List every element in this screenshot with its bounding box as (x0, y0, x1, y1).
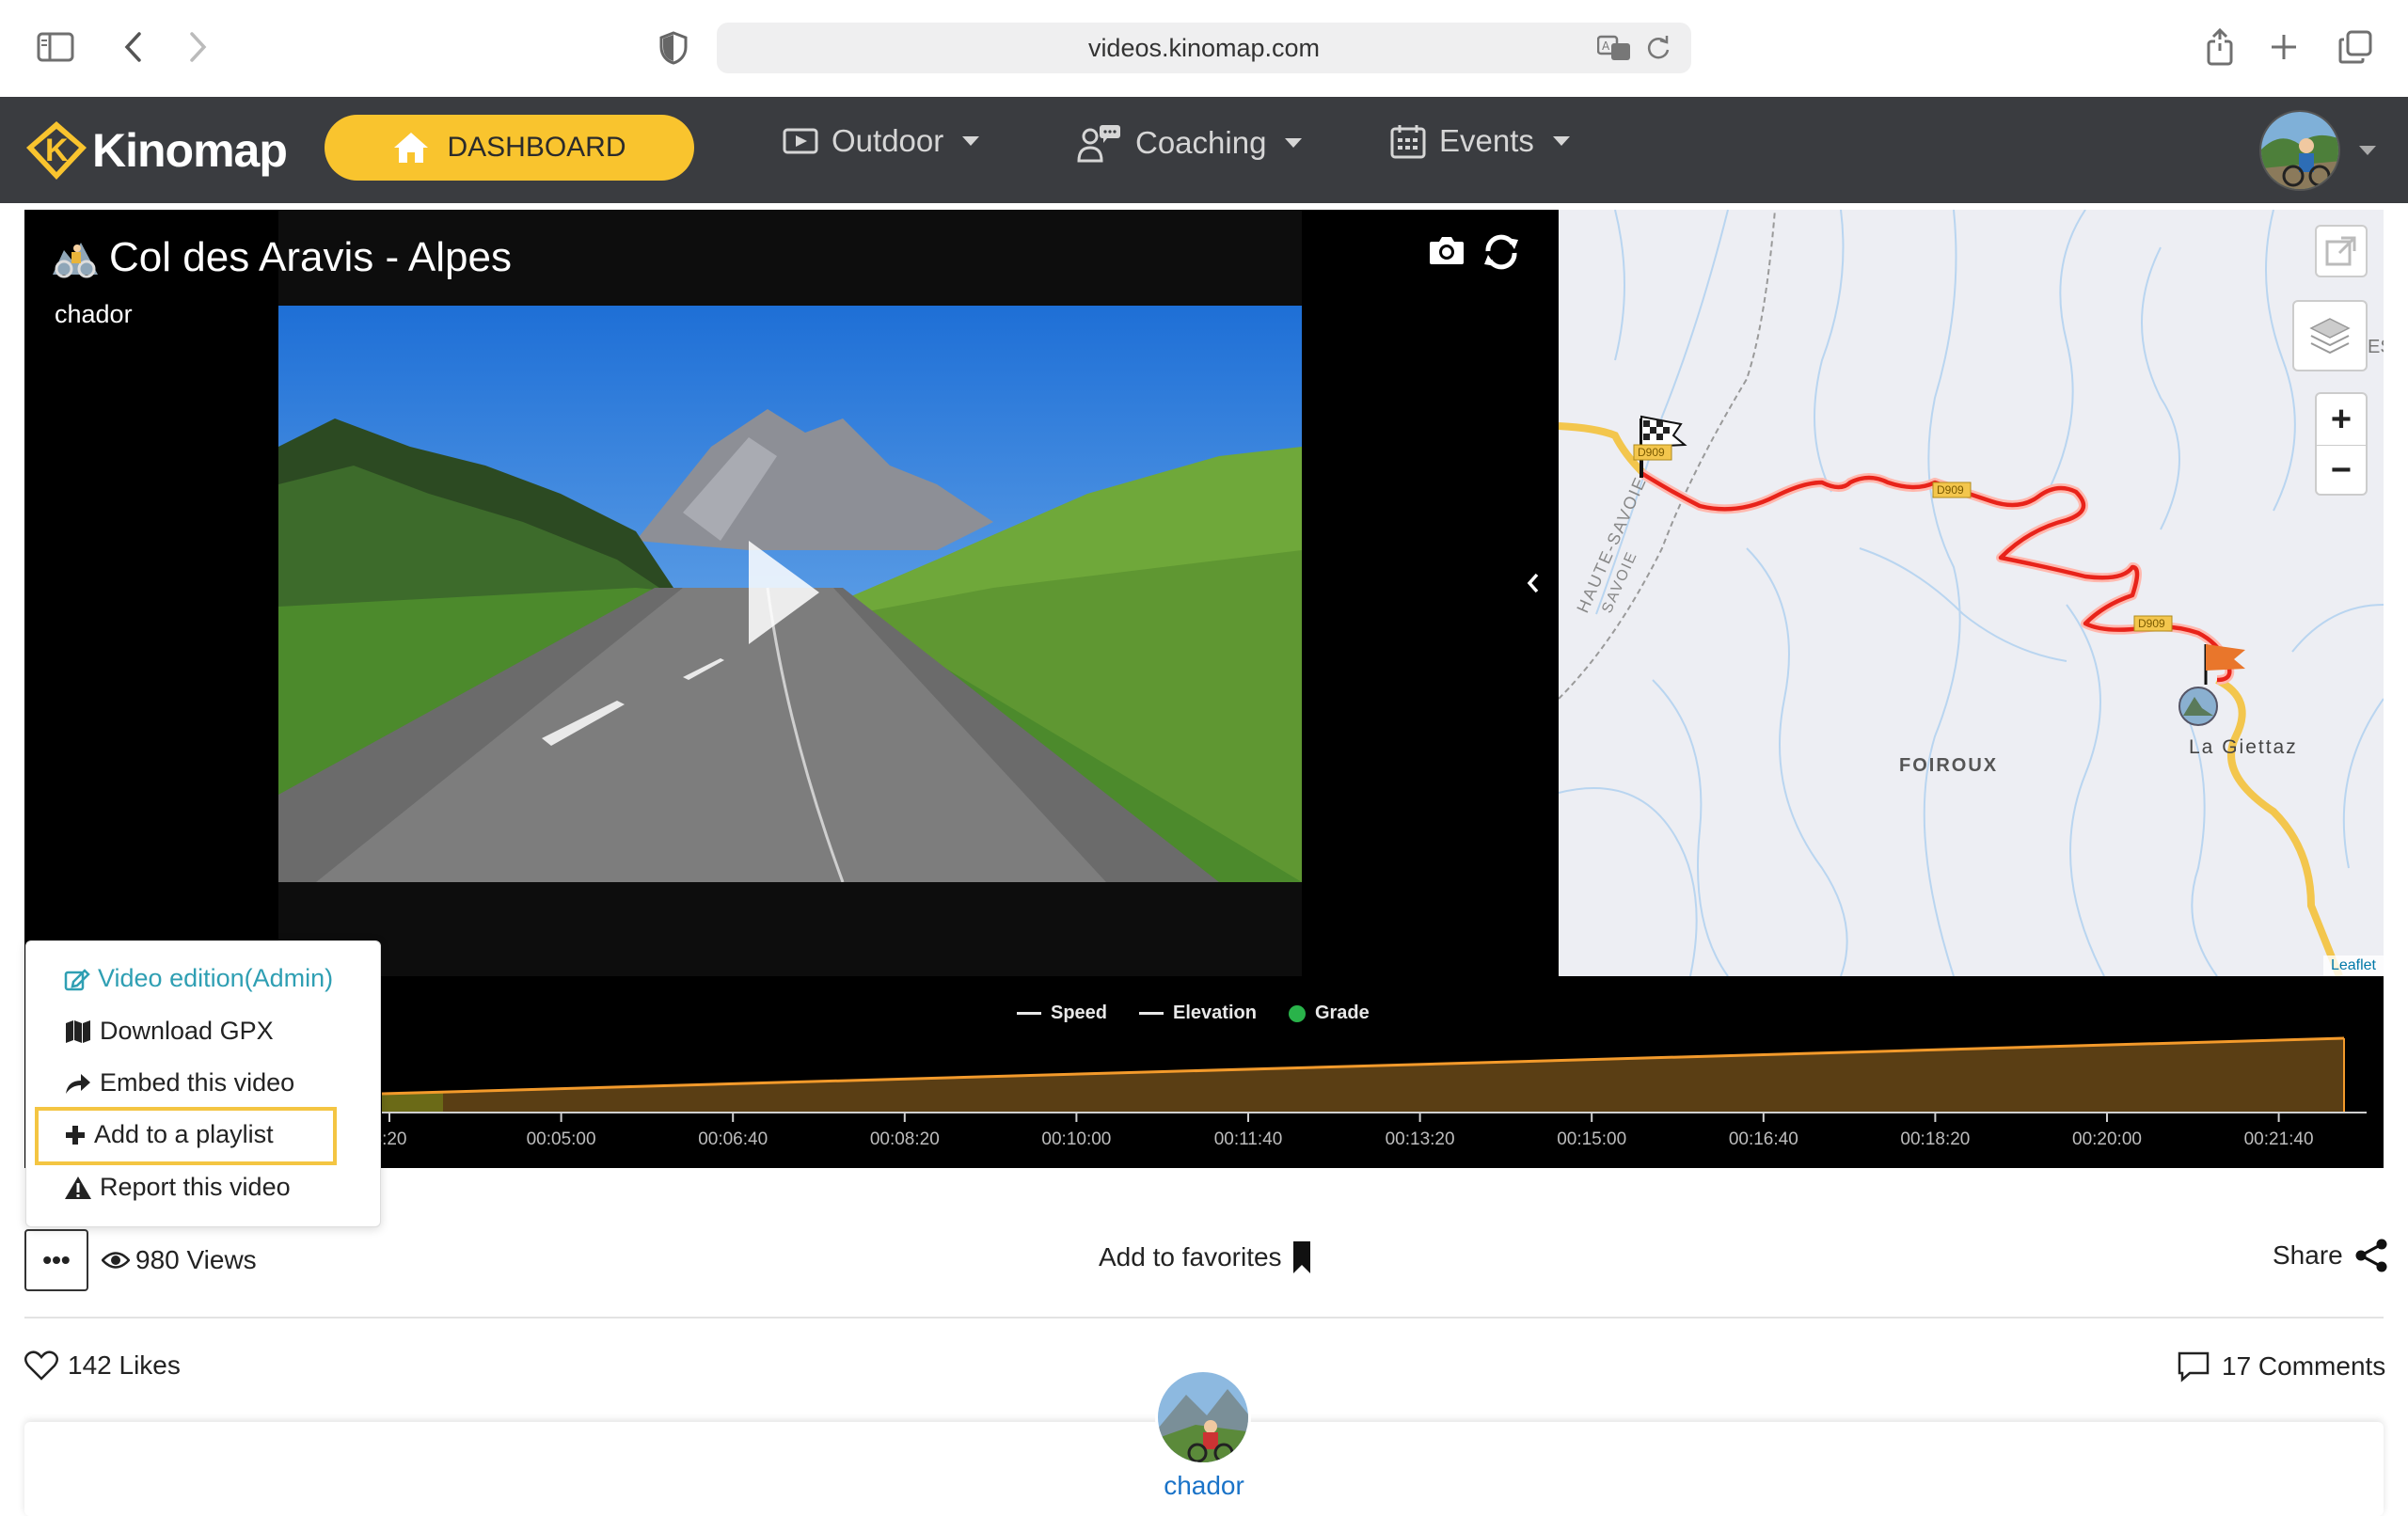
back-icon[interactable] (117, 30, 150, 64)
app-navbar: K Kinomap DASHBOARD Outdoor Coaching Eve… (0, 97, 2408, 203)
add-to-favorites[interactable]: Add to favorites (1099, 1240, 1312, 1275)
video-icon (783, 128, 818, 154)
road-label: D909 (2138, 617, 2165, 630)
nav-outdoor[interactable]: Outdoor (783, 123, 980, 159)
sync-icon[interactable] (1482, 234, 1520, 275)
heart-icon (24, 1350, 58, 1381)
map-canvas: D909 D909 D909 HAUTE-SAVOIE SAVOIE ES (1559, 210, 2384, 976)
map-label-la-giettaz: La Giettaz (2189, 736, 2298, 758)
svg-text:K: K (45, 133, 69, 168)
edit-icon (64, 968, 90, 990)
user-avatar (2259, 110, 2340, 191)
video-frame[interactable] (278, 306, 1302, 882)
home-icon (394, 133, 429, 163)
nav-events-label: Events (1439, 123, 1534, 158)
x-tick-label: 00:13:20 (1386, 1129, 1455, 1149)
calendar-icon (1390, 125, 1426, 159)
dashboard-button[interactable]: DASHBOARD (325, 115, 694, 181)
divider (24, 1317, 2384, 1319)
chevron-left-icon[interactable] (1527, 570, 1540, 602)
map-icon (66, 1019, 90, 1043)
svg-text:ES: ES (2368, 337, 2384, 357)
share-icon (2355, 1239, 2387, 1272)
cyclist-icon (53, 243, 98, 278)
comments-button[interactable]: 17 Comments (2177, 1350, 2385, 1382)
svg-text:A: A (1602, 39, 1610, 53)
menu-embed-video[interactable]: Embed this video (64, 1068, 294, 1098)
translate-icon[interactable]: A (1596, 35, 1631, 68)
road-label: D909 (1937, 483, 1964, 497)
road-label: D909 (1638, 446, 1665, 459)
chevron-down-icon (1285, 138, 1303, 148)
video-options-menu: Video edition(Admin) Download GPX Embed … (25, 940, 381, 1227)
brand-name: Kinomap (92, 124, 288, 177)
leaflet-attribution[interactable]: Leaflet (2322, 955, 2384, 976)
share-arrow-icon (66, 1073, 90, 1094)
zoom-out-button[interactable]: − (2317, 445, 2366, 494)
forward-icon[interactable] (181, 30, 214, 64)
menu-add-to-playlist[interactable]: Add to a playlist (64, 1120, 274, 1149)
x-tick-label: 00:11:40 (1214, 1129, 1283, 1149)
author-avatar[interactable] (1155, 1369, 1251, 1465)
x-tick-label: 00:15:00 (1557, 1129, 1626, 1149)
like-button[interactable]: 142 Likes (24, 1350, 181, 1381)
x-tick-label: 00:20:00 (2072, 1129, 2142, 1149)
browser-toolbar: videos.kinomap.com A (0, 0, 2408, 97)
warning-icon (65, 1176, 91, 1199)
kinomap-logo[interactable]: K Kinomap (24, 119, 288, 182)
video-author[interactable]: chador (55, 300, 133, 329)
camera-icon[interactable] (1428, 234, 1465, 271)
menu-download-gpx[interactable]: Download GPX (64, 1017, 274, 1046)
author-name-link[interactable]: chador (1110, 1471, 1298, 1501)
video-title-text: Col des Aravis - Alpes (109, 234, 512, 280)
user-menu[interactable] (2259, 110, 2376, 191)
x-tick-label: 00:10:00 (1041, 1129, 1111, 1149)
x-tick-label: 00:16:40 (1729, 1129, 1798, 1149)
x-tick-label: 00:06:40 (698, 1129, 768, 1149)
share-button[interactable]: Share (2273, 1238, 2388, 1273)
x-tick-label: 00:21:40 (2244, 1129, 2314, 1149)
url-text: videos.kinomap.com (1087, 33, 1321, 62)
current-position-marker (2178, 687, 2218, 726)
coaching-icon (1077, 125, 1120, 163)
new-tab-icon[interactable] (2267, 30, 2301, 64)
sidebar-toggle-icon[interactable] (36, 30, 75, 64)
nav-coaching-label: Coaching (1135, 125, 1267, 160)
tab-overview-icon[interactable] (2337, 28, 2374, 66)
menu-report-video[interactable]: Report this video (64, 1173, 291, 1202)
chevron-down-icon (2359, 146, 2376, 155)
address-bar[interactable]: videos.kinomap.com A (717, 23, 1691, 73)
kinomap-logo-icon: K (26, 121, 87, 180)
zoom-in-button[interactable]: + (2317, 394, 2366, 445)
views-count: 980 Views (102, 1245, 257, 1275)
x-tick-label: 00:08:20 (870, 1129, 940, 1149)
zoom-control: + − (2315, 392, 2368, 496)
layers-icon[interactable] (2292, 300, 2368, 371)
video-player: Col des Aravis - Alpes chador (24, 210, 1559, 976)
share-sheet-icon[interactable] (2201, 26, 2239, 68)
nav-events[interactable]: Events (1390, 123, 1570, 159)
comment-icon (2178, 1351, 2210, 1382)
fullscreen-icon[interactable] (2315, 225, 2368, 277)
map-label-foiroux: FOIROUX (1899, 755, 1999, 776)
x-tick-label: 00:05:00 (527, 1129, 596, 1149)
dashboard-label: DASHBOARD (447, 132, 626, 163)
video-title: Col des Aravis - Alpes (53, 234, 512, 281)
bookmark-icon (1292, 1241, 1310, 1273)
more-options-button[interactable]: ••• (24, 1229, 88, 1291)
nav-outdoor-label: Outdoor (832, 123, 944, 158)
privacy-shield-icon[interactable] (657, 30, 690, 66)
plus-icon (66, 1125, 85, 1145)
chevron-down-icon (962, 136, 980, 146)
x-tick-label: 00:18:20 (1900, 1129, 1970, 1149)
reload-icon[interactable] (1646, 35, 1671, 68)
eye-icon (102, 1252, 130, 1269)
nav-coaching[interactable]: Coaching (1077, 123, 1303, 163)
chevron-down-icon (1552, 136, 1570, 146)
route-map[interactable]: D909 D909 D909 HAUTE-SAVOIE SAVOIE ES FO… (1559, 210, 2384, 976)
menu-video-edition[interactable]: Video edition(Admin) (64, 964, 333, 993)
